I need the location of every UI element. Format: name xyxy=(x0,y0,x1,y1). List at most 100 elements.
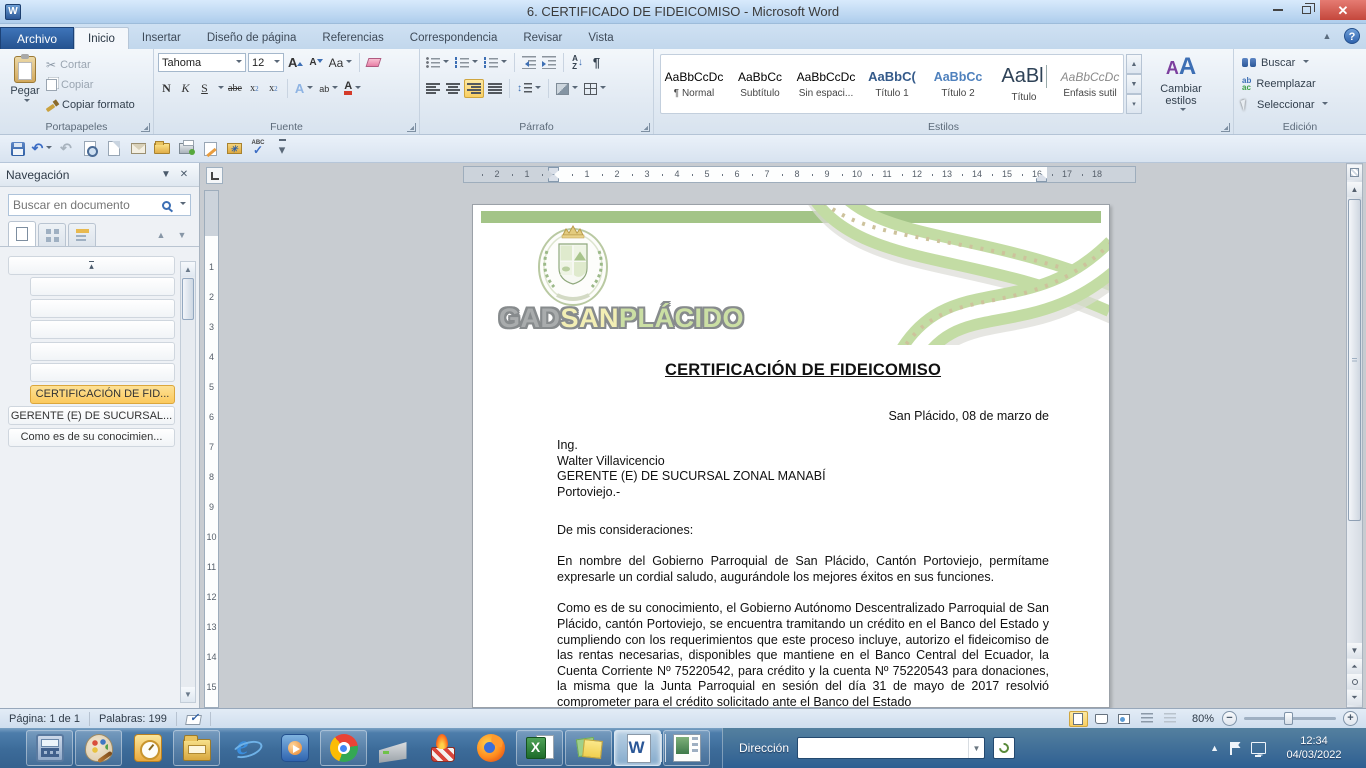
clear-formatting-button[interactable] xyxy=(365,53,382,72)
redo-button[interactable]: ↶ xyxy=(56,139,76,159)
increase-indent-button[interactable] xyxy=(540,53,558,72)
outline-view-button[interactable] xyxy=(1138,711,1157,727)
bullets-button[interactable] xyxy=(424,53,451,72)
ribbon-tab[interactable]: Referencias xyxy=(309,27,396,49)
calculator-icon[interactable] xyxy=(26,730,73,766)
replace-button[interactable]: abacReemplazar xyxy=(1242,75,1362,92)
search-options-dropdown[interactable] xyxy=(180,202,186,208)
spelling-button[interactable]: ABC✓ xyxy=(248,139,268,159)
undo-button[interactable]: ↶ xyxy=(32,139,52,159)
file-tab[interactable]: Archivo xyxy=(0,27,74,49)
fullscreen-reading-view-button[interactable] xyxy=(1092,711,1111,727)
tab-stop-selector[interactable] xyxy=(206,167,223,184)
highlight-button[interactable]: ab xyxy=(317,79,340,98)
align-center-button[interactable] xyxy=(444,79,462,98)
nav-heading-item[interactable] xyxy=(30,320,175,339)
search-input[interactable] xyxy=(13,198,162,212)
ribbon-tab[interactable]: Vista xyxy=(575,27,626,49)
¶ Normal[interactable]: AaBbCcDc ¶ Normal xyxy=(661,55,727,113)
proofing-status[interactable] xyxy=(177,712,211,726)
shrink-font-button[interactable]: A xyxy=(307,53,324,72)
font-size-select[interactable]: 12 xyxy=(248,53,284,72)
bold-button[interactable]: N xyxy=(158,79,175,98)
paste-dropdown[interactable] xyxy=(24,99,30,105)
sort-button[interactable]: AZ↓ xyxy=(569,53,586,72)
qat-customize-button[interactable]: ▾ xyxy=(272,139,292,159)
grow-font-button[interactable]: A xyxy=(286,53,305,72)
ribbon-tab[interactable]: Correspondencia xyxy=(397,27,511,49)
letter-content[interactable]: CERTIFICACIÓN DE FIDEICOMISO San Plácido… xyxy=(557,355,1049,708)
Título 2[interactable]: AaBbCc Título 2 xyxy=(925,55,991,113)
numbering-button[interactable] xyxy=(453,53,480,72)
change-case-button[interactable]: Aa xyxy=(327,53,355,72)
superscript-button[interactable]: x2 xyxy=(265,79,282,98)
nav-heading-item[interactable] xyxy=(30,277,175,296)
Título[interactable]: AaBl Título xyxy=(991,55,1057,113)
subscript-button[interactable]: x2 xyxy=(246,79,263,98)
print-layout-view-button[interactable] xyxy=(1069,711,1088,727)
next-heading-button[interactable]: ▼ xyxy=(173,227,191,242)
minimize-button[interactable] xyxy=(1264,0,1292,20)
browse-results-tab[interactable] xyxy=(68,223,96,246)
font-dialog-launcher[interactable] xyxy=(407,123,416,132)
excel-icon[interactable] xyxy=(516,730,563,766)
change-styles-button[interactable]: AA Cambiar estilos xyxy=(1144,52,1218,118)
email-button[interactable] xyxy=(128,139,148,159)
browse-headings-tab[interactable] xyxy=(8,221,36,246)
image-viewer-icon[interactable] xyxy=(663,730,710,766)
zoom-out-button[interactable]: − xyxy=(1222,711,1237,726)
align-left-button[interactable] xyxy=(424,79,442,98)
action-center-flag-icon[interactable] xyxy=(1229,742,1241,755)
show-marks-button[interactable]: ¶ xyxy=(588,53,605,72)
nav-heading-gerente[interactable]: GERENTE (E) DE SUCURSAL... xyxy=(8,406,175,425)
nav-scroll-thumb[interactable] xyxy=(182,278,194,320)
nav-heading-como-es[interactable]: Como es de su conocimien... xyxy=(8,428,175,447)
paste-button[interactable]: Pegar xyxy=(4,52,46,118)
browse-pages-tab[interactable] xyxy=(38,223,66,246)
page-count-status[interactable]: Página: 1 de 1 xyxy=(0,712,90,726)
underline-dropdown[interactable] xyxy=(218,86,224,92)
taskbar-clock[interactable]: 12:34 04/03/2022 xyxy=(1276,734,1352,762)
fax-scanner-icon[interactable] xyxy=(369,730,416,766)
edit-document-button[interactable] xyxy=(200,139,220,159)
select-browse-object-button[interactable] xyxy=(1347,674,1362,689)
styles-dialog-launcher[interactable] xyxy=(1221,123,1230,132)
decrease-indent-button[interactable] xyxy=(520,53,538,72)
chrome-icon[interactable] xyxy=(320,730,367,766)
select-button[interactable]: Seleccionar xyxy=(1242,96,1362,113)
nav-scroll-up[interactable]: ▲ xyxy=(181,262,195,277)
word-icon[interactable] xyxy=(614,730,661,766)
vertical-scrollbar[interactable]: ▲ ▼ ⏶ ⏷ xyxy=(1346,163,1363,708)
navigation-pane-close-button[interactable]: ✕ xyxy=(175,167,193,183)
address-dropdown[interactable]: ▼ xyxy=(968,738,984,758)
paint-icon[interactable] xyxy=(75,730,122,766)
show-hidden-icons-button[interactable]: ▲ xyxy=(1210,743,1219,753)
line-spacing-button[interactable]: ↕ xyxy=(515,79,543,98)
cut-button[interactable]: ✂Cortar xyxy=(46,56,135,73)
zoom-level[interactable]: 80% xyxy=(1192,713,1214,725)
document-search-box[interactable] xyxy=(8,194,191,216)
address-input-box[interactable]: ▼ xyxy=(797,737,985,759)
Sin espaci...[interactable]: AaBbCcDc Sin espaci... xyxy=(793,55,859,113)
horizontal-ruler[interactable]: 21123456789101112131415161718 xyxy=(463,166,1136,183)
cd-burn-icon[interactable] xyxy=(418,730,465,766)
italic-button[interactable]: K xyxy=(177,79,194,98)
multilevel-list-button[interactable] xyxy=(482,53,509,72)
ribbon-tab[interactable]: Insertar xyxy=(129,27,194,49)
nav-heading-certificacion[interactable]: CERTIFICACIÓN DE FID... xyxy=(30,385,175,404)
network-icon[interactable] xyxy=(1251,742,1266,754)
sticky-notes-icon[interactable] xyxy=(565,730,612,766)
outlook-icon[interactable] xyxy=(124,730,171,766)
scroll-down-button[interactable]: ▼ xyxy=(1347,643,1362,658)
minimize-ribbon-button[interactable]: ▲ xyxy=(1318,29,1336,44)
underline-button[interactable]: S xyxy=(196,79,213,98)
navigation-pane-menu-button[interactable]: ▼ xyxy=(157,167,175,183)
draft-view-button[interactable] xyxy=(1161,711,1180,727)
shading-button[interactable] xyxy=(554,79,580,98)
go-refresh-button[interactable] xyxy=(993,737,1015,759)
strikethrough-button[interactable]: abe xyxy=(226,79,244,98)
align-right-button[interactable] xyxy=(464,79,484,98)
zoom-in-button[interactable]: + xyxy=(1343,711,1358,726)
save-button[interactable] xyxy=(8,139,28,159)
zoom-slider-thumb[interactable] xyxy=(1284,712,1293,725)
